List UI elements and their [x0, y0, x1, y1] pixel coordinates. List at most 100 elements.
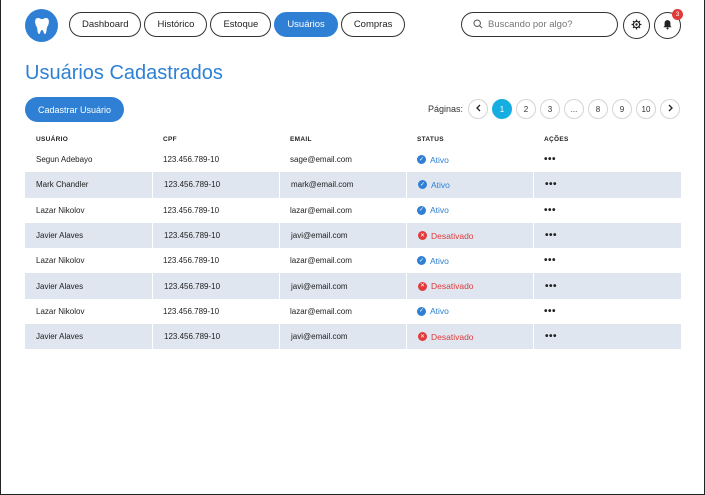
table-row[interactable]: Lazar Nikolov 123.456.789-10 lazar@email.c… — [25, 248, 681, 273]
status-label: Ativo — [430, 205, 449, 216]
table-body: Segun Adebayo 123.456.789-10 sage@email.co… — [25, 147, 681, 350]
table-row[interactable]: Lazar Nikolov 123.456.789-10 lazar@email.c… — [25, 198, 681, 223]
status-label: Desativado — [431, 281, 474, 292]
cell-user: Lazar Nikolov — [36, 205, 85, 215]
table-row[interactable]: Javier Alaves 123.456.789-10 javi@email.co… — [25, 324, 681, 350]
check-circle-icon: ✓ — [417, 306, 426, 316]
cell-actions: ••• — [533, 198, 681, 223]
more-actions-icon[interactable]: ••• — [545, 179, 557, 190]
search-box[interactable] — [461, 12, 618, 37]
column-header-status: STATUS — [417, 135, 444, 143]
notifications-button[interactable]: 3 — [654, 9, 683, 39]
nav-tab-usuarios[interactable]: Usuários — [274, 12, 338, 37]
nav-tab-estoque[interactable]: Estoque — [210, 12, 272, 37]
cell-status: ✕ Desativado — [406, 273, 533, 299]
cell-user: Javier Alaves — [36, 231, 84, 241]
cell-user: Segun Adebayo — [36, 155, 93, 165]
cell-actions: ••• — [533, 273, 681, 299]
cell-status: ✓ Ativo — [406, 248, 533, 273]
page-button-10[interactable]: 10 — [636, 99, 656, 119]
add-user-button[interactable]: Cadastrar Usuário — [25, 97, 124, 122]
cell-user: Mark Chandler — [36, 180, 89, 190]
cell-user: Lazar Nikolov — [36, 256, 85, 266]
cell-email: javi@email.com — [279, 273, 406, 299]
cell-status: ✓ Ativo — [406, 299, 533, 324]
page-title: Usuários Cadastrados — [25, 62, 223, 84]
page-button-8[interactable]: 8 — [588, 99, 608, 119]
x-circle-icon: ✕ — [418, 332, 427, 342]
cell-user: Lazar Nikolov — [36, 306, 85, 316]
cell-cpf: 123.456.789-10 — [163, 306, 220, 316]
status-badge: ✕ Desativado — [418, 332, 474, 342]
status-badge: ✕ Desativado — [418, 281, 474, 291]
pagination: Páginas: 1 2 3 ... 8 9 10 — [428, 99, 680, 119]
cell-cpf: 123.456.789-10 — [163, 205, 220, 215]
more-actions-icon[interactable]: ••• — [544, 255, 556, 266]
cell-email: sage@email.com — [290, 155, 352, 165]
check-circle-icon: ✓ — [417, 155, 426, 165]
pagination-label: Páginas: — [427, 104, 463, 114]
column-header-email: EMAIL — [290, 135, 312, 143]
cell-email: mark@email.com — [279, 172, 406, 198]
cell-cpf: 123.456.789-10 — [152, 222, 279, 249]
status-badge: ✓ Ativo — [417, 205, 449, 215]
main-nav: Dashboard Histórico Estoque Usuários Com… — [69, 12, 406, 37]
status-label: Ativo — [431, 179, 450, 190]
search-input[interactable] — [488, 19, 608, 30]
check-circle-icon: ✓ — [417, 256, 426, 266]
more-actions-icon[interactable]: ••• — [545, 281, 557, 292]
cell-cpf: 123.456.789-10 — [152, 324, 279, 350]
page-ellipsis: ... — [564, 99, 584, 119]
cell-cpf: 123.456.789-10 — [163, 256, 220, 266]
status-badge: ✓ Ativo — [417, 256, 449, 266]
more-actions-icon[interactable]: ••• — [544, 306, 556, 317]
cell-actions: ••• — [533, 324, 681, 350]
status-badge: ✕ Desativado — [418, 231, 474, 241]
column-header-cpf: CPF — [163, 135, 177, 143]
table-row[interactable]: Javier Alaves 123.456.789-10 javi@email.co… — [25, 222, 681, 249]
chevron-left-icon — [475, 104, 482, 114]
cell-cpf: 123.456.789-10 — [152, 172, 279, 198]
status-label: Desativado — [431, 230, 474, 241]
cell-cpf: 123.456.789-10 — [163, 155, 220, 165]
more-actions-icon[interactable]: ••• — [545, 331, 557, 342]
cell-actions: ••• — [533, 172, 681, 198]
search-icon — [473, 16, 483, 34]
cell-email: lazar@email.com — [290, 205, 352, 215]
cell-actions: ••• — [533, 248, 681, 273]
cell-status: ✕ Desativado — [406, 222, 533, 249]
cell-status: ✕ Desativado — [406, 324, 533, 350]
cell-status: ✓ Ativo — [406, 172, 533, 198]
more-actions-icon[interactable]: ••• — [545, 230, 557, 241]
settings-button[interactable] — [623, 12, 650, 39]
nav-tab-historico[interactable]: Histórico — [144, 12, 208, 37]
table-header: USUÁRIO CPF EMAIL STATUS AÇÕES — [25, 131, 681, 147]
table-row[interactable]: Javier Alaves 123.456.789-10 javi@email.co… — [25, 273, 681, 299]
cell-user: Javier Alaves — [36, 332, 84, 342]
cell-email: lazar@email.com — [290, 306, 352, 316]
cell-status: ✓ Ativo — [406, 147, 533, 172]
x-circle-icon: ✕ — [418, 281, 427, 291]
users-table: USUÁRIO CPF EMAIL STATUS AÇÕES Segun Ade… — [25, 131, 681, 350]
page-button-3[interactable]: 3 — [540, 99, 560, 119]
table-row[interactable]: Mark Chandler 123.456.789-10 mark@email.co… — [25, 172, 681, 198]
more-actions-icon[interactable]: ••• — [544, 205, 556, 216]
next-page-button[interactable] — [660, 99, 680, 119]
cell-actions: ••• — [533, 299, 681, 324]
tooth-icon[interactable] — [25, 9, 58, 42]
page-button-2[interactable]: 2 — [516, 99, 536, 119]
cell-actions: ••• — [533, 222, 681, 249]
nav-tab-dashboard[interactable]: Dashboard — [69, 12, 142, 37]
cell-user: Javier Alaves — [36, 281, 84, 291]
status-badge: ✓ Ativo — [417, 306, 449, 316]
nav-tab-compras[interactable]: Compras — [340, 12, 406, 37]
table-row[interactable]: Lazar Nikolov 123.456.789-10 lazar@email.c… — [25, 299, 681, 324]
table-row[interactable]: Segun Adebayo 123.456.789-10 sage@email.co… — [25, 147, 681, 172]
cell-status: ✓ Ativo — [406, 198, 533, 223]
cell-email: javi@email.com — [279, 324, 406, 350]
check-circle-icon: ✓ — [418, 180, 427, 190]
page-button-1[interactable]: 1 — [492, 99, 512, 119]
page-button-9[interactable]: 9 — [612, 99, 632, 119]
prev-page-button[interactable] — [468, 99, 488, 119]
more-actions-icon[interactable]: ••• — [544, 154, 556, 165]
